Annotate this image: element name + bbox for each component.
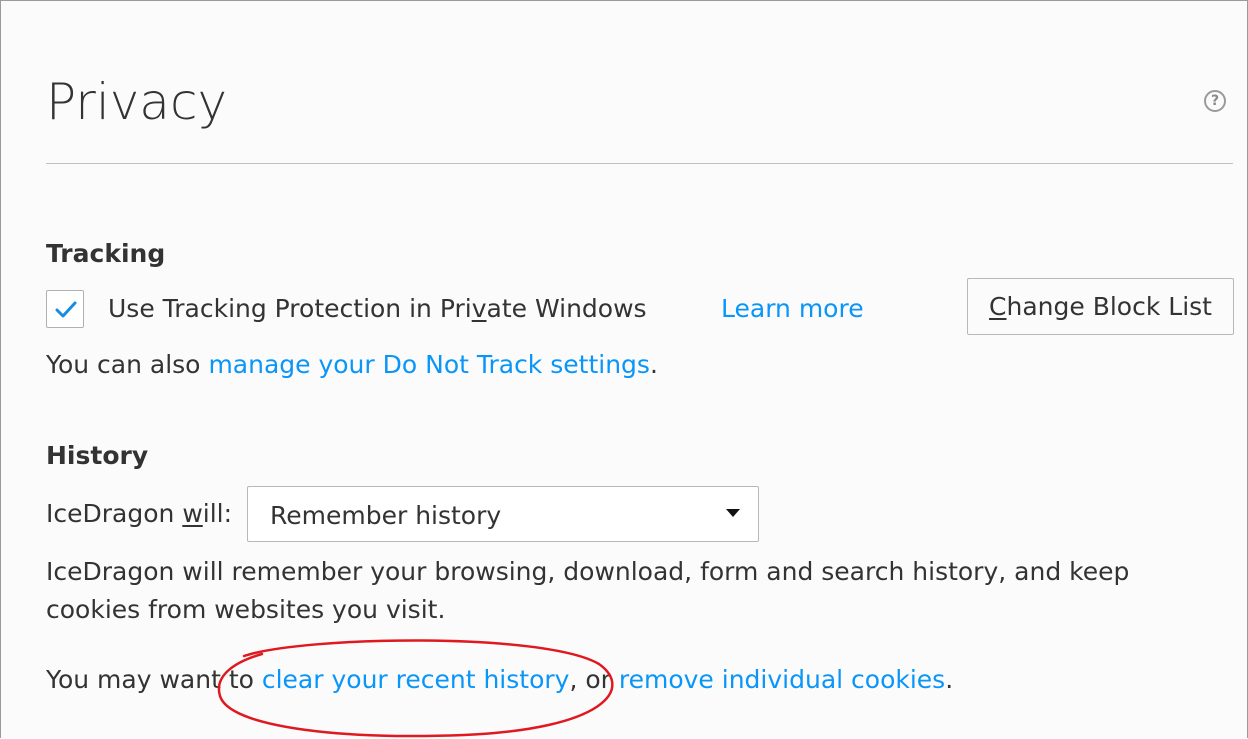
manage-dnt-link[interactable]: manage your Do Not Track settings (208, 350, 650, 379)
tracking-protection-label: Use Tracking Protection in Private Windo… (108, 294, 647, 324)
history-label-part: ill: (202, 499, 233, 528)
change-block-list-button[interactable]: Change Block List (967, 278, 1234, 335)
tracking-label-part: Use Tracking Protection in Pri (108, 294, 472, 323)
tracking-heading: Tracking (46, 239, 166, 268)
clear-prefix: You may want to (46, 665, 262, 694)
history-description-line2: cookies from websites you visit. (46, 595, 446, 624)
clear-recent-history-link[interactable]: clear your recent history (262, 665, 570, 694)
dnt-sentence: You can also manage your Do Not Track se… (46, 350, 658, 380)
dropdown-arrow-icon (726, 509, 740, 517)
dnt-suffix: . (649, 350, 658, 379)
tracking-label-part: ate Windows (486, 294, 647, 323)
button-accesskey: C (989, 292, 1007, 321)
page-title: Privacy (46, 73, 228, 131)
checkmark-icon (55, 301, 77, 318)
remove-individual-cookies-link[interactable]: remove individual cookies (619, 665, 945, 694)
help-icon[interactable]: ? (1204, 90, 1226, 112)
history-label-part: IceDragon (46, 499, 183, 528)
history-mode-dropdown[interactable]: Remember history (247, 486, 759, 542)
history-label-accesskey: w (182, 499, 203, 528)
tracking-label-accesskey: v (471, 294, 487, 323)
history-mode-value: Remember history (270, 501, 502, 530)
tracking-protection-checkbox[interactable] (46, 290, 84, 328)
clear-middle: , or (569, 665, 619, 694)
clear-suffix: . (945, 665, 954, 694)
history-heading: History (46, 441, 149, 470)
history-mode-label: IceDragon will: (46, 499, 232, 529)
title-divider (46, 163, 1233, 164)
preferences-pane: Privacy ? Tracking Use Tracking Protecti… (0, 0, 1248, 738)
clear-history-sentence: You may want to clear your recent histor… (46, 665, 953, 695)
dnt-prefix: You can also (46, 350, 209, 379)
history-description-line1: IceDragon will remember your browsing, d… (46, 557, 1130, 586)
learn-more-link[interactable]: Learn more (721, 294, 864, 324)
button-label: hange Block List (1006, 292, 1212, 321)
